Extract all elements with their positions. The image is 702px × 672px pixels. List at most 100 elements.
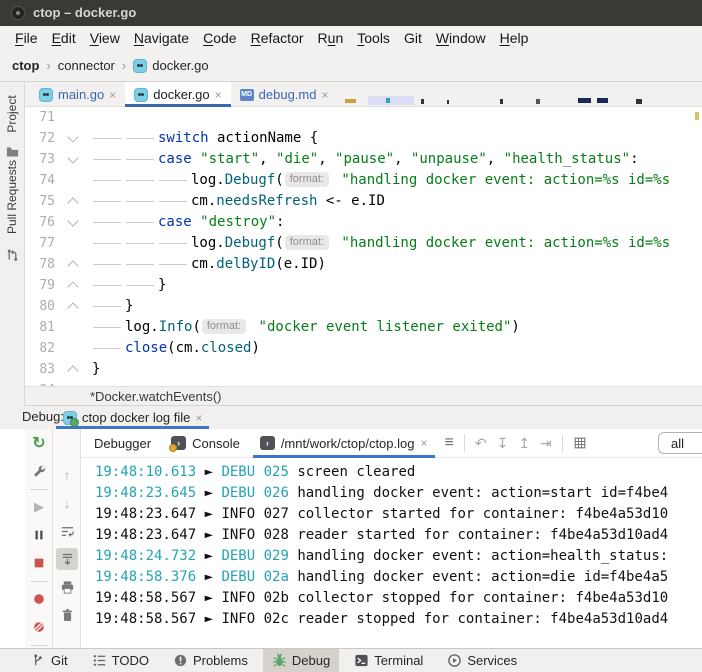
menu-edit[interactable]: Edit: [45, 30, 83, 46]
close-icon[interactable]: ×: [215, 89, 222, 101]
fold-marker-icon[interactable]: [67, 281, 78, 292]
menu-run[interactable]: Run: [311, 30, 351, 46]
scroll-to-bottom-icon[interactable]: ↧: [497, 435, 509, 452]
sidebar-item-pull-requests[interactable]: Pull Requests: [0, 157, 24, 237]
markdown-icon: MD: [240, 89, 254, 101]
sidebar-item-project[interactable]: Project: [0, 74, 24, 154]
scroll-to-top-icon[interactable]: ↥: [518, 435, 530, 452]
tab-whitespace: [92, 212, 125, 233]
fold-marker-icon[interactable]: [67, 302, 78, 313]
code-line[interactable]: 76case "destroy":: [25, 212, 702, 233]
menu-code[interactable]: Code: [196, 30, 243, 46]
tab-whitespace: [158, 170, 191, 191]
code-line[interactable]: 82close(cm.closed): [25, 338, 702, 359]
menu-tools[interactable]: Tools: [350, 30, 397, 46]
fold-marker-icon[interactable]: [67, 215, 78, 226]
menu-file[interactable]: File: [8, 30, 45, 46]
close-icon[interactable]: ×: [195, 412, 202, 424]
resume-button[interactable]: ▶: [25, 496, 53, 518]
tab-whitespace: [125, 191, 158, 212]
close-icon[interactable]: ×: [420, 437, 427, 449]
debug-tab-debugger[interactable]: Debugger: [87, 429, 158, 458]
scroll-up-button[interactable]: ↑: [53, 464, 81, 486]
breadcrumb-item[interactable]: docker.go: [152, 58, 208, 73]
statusbar-problems[interactable]: Problems: [164, 649, 257, 672]
statusbar-git[interactable]: Git: [22, 649, 77, 672]
view-breakpoints-button[interactable]: [25, 588, 53, 610]
soft-wrap-button[interactable]: [53, 520, 81, 542]
terminal-icon: [354, 653, 369, 668]
log-line: 19:48:58.376 ► DEBU 02a handling docker …: [81, 567, 702, 588]
statusbar-todo[interactable]: TODO: [83, 649, 158, 672]
pause-button[interactable]: [25, 524, 53, 546]
code-editor[interactable]: 7172switch actionName {73case "start", "…: [25, 107, 702, 386]
debug-tab--mnt-work-ctop-ctop-log[interactable]: ›/mnt/work/ctop/ctop.log×: [253, 429, 435, 458]
menu-refactor[interactable]: Refactor: [244, 30, 311, 46]
fold-marker-icon[interactable]: [67, 260, 78, 271]
statusbar-terminal[interactable]: Terminal: [345, 649, 432, 672]
tab-whitespace: [125, 149, 158, 170]
tab-docker-go[interactable]: docker.go×: [125, 82, 230, 107]
menu-git[interactable]: Git: [397, 30, 429, 46]
divider: [562, 434, 563, 452]
restore-layout-icon[interactable]: [573, 436, 587, 450]
clear-log-button[interactable]: [53, 604, 81, 626]
jump-to-end-icon[interactable]: ⇥: [540, 435, 552, 452]
debug-session-tab[interactable]: ctop docker log file ×: [56, 406, 209, 429]
parameter-hint: format:: [285, 172, 329, 187]
code-text: cm.needsRefresh <- e.ID: [86, 191, 385, 212]
editor-breadcrumb-bar: *Docker.watchEvents(): [25, 386, 702, 406]
log-message: handling docker event: action=start id=f…: [289, 485, 668, 501]
code-line[interactable]: 80}: [25, 296, 702, 317]
breadcrumb-item[interactable]: connector: [58, 58, 115, 73]
code-line[interactable]: 75cm.needsRefresh <- e.ID: [25, 191, 702, 212]
code-line[interactable]: 79}: [25, 275, 702, 296]
layout-options-icon[interactable]: ≡: [445, 434, 454, 452]
log-timestamp: 19:48:58.567: [95, 590, 196, 606]
breadcrumb-item[interactable]: ctop: [12, 58, 39, 73]
fold-marker-icon[interactable]: [67, 152, 78, 163]
log-filter-select[interactable]: all: [658, 432, 702, 454]
fold-gutter: [55, 191, 86, 212]
fold-marker-icon[interactable]: [67, 131, 78, 142]
navigate-back-icon[interactable]: ↶: [475, 435, 487, 452]
tab-main-go[interactable]: main.go×: [30, 82, 125, 107]
mute-breakpoints-button[interactable]: [25, 616, 53, 638]
menu-view[interactable]: View: [83, 30, 127, 46]
chevron-icon: ›: [122, 58, 126, 73]
tab-debug-md[interactable]: MDdebug.md×: [231, 82, 338, 107]
log-line: 19:48:58.567 ► INFO 02b collector stoppe…: [81, 588, 702, 609]
code-line[interactable]: 74log.Debugf(format: "handling docker ev…: [25, 170, 702, 191]
rerun-button[interactable]: ↻: [25, 432, 53, 454]
settings-button[interactable]: [25, 460, 53, 482]
scroll-down-button[interactable]: ↓: [53, 492, 81, 514]
code-line[interactable]: 83}: [25, 359, 702, 380]
fold-marker-icon[interactable]: [67, 197, 78, 208]
debug-tab-label: /mnt/work/ctop/ctop.log: [281, 436, 415, 451]
stop-button[interactable]: [25, 552, 53, 574]
menu-navigate[interactable]: Navigate: [127, 30, 196, 46]
menu-window[interactable]: Window: [429, 30, 493, 46]
fold-marker-icon[interactable]: [67, 365, 78, 376]
code-line[interactable]: 81log.Info(format: "docker event listene…: [25, 317, 702, 338]
fold-gutter: [55, 359, 86, 380]
statusbar-debug[interactable]: Debug: [263, 649, 339, 672]
code-line[interactable]: 71: [25, 107, 702, 128]
method-breadcrumb[interactable]: *Docker.watchEvents(): [90, 388, 222, 406]
scroll-to-end-button[interactable]: [56, 548, 78, 570]
close-icon[interactable]: ×: [321, 89, 328, 101]
tab-whitespace: [158, 233, 191, 254]
code-line[interactable]: 72switch actionName {: [25, 128, 702, 149]
status-bar: Git TODO Problems Debug Terminal Services: [0, 648, 702, 672]
log-arrow-icon: ►: [196, 611, 221, 627]
statusbar-services[interactable]: Services: [438, 649, 526, 672]
close-icon[interactable]: ×: [109, 89, 116, 101]
code-line[interactable]: 78cm.delByID(e.ID): [25, 254, 702, 275]
code-line[interactable]: 77log.Debugf(format: "handling docker ev…: [25, 233, 702, 254]
tab-whitespace: [158, 191, 191, 212]
debug-tab-console[interactable]: ›Console: [164, 429, 247, 458]
menu-help[interactable]: Help: [493, 30, 536, 46]
code-line[interactable]: 73case "start", "die", "pause", "unpause…: [25, 149, 702, 170]
log-line: 19:48:23.647 ► INFO 027 collector starte…: [81, 504, 702, 525]
print-button[interactable]: [53, 576, 81, 598]
